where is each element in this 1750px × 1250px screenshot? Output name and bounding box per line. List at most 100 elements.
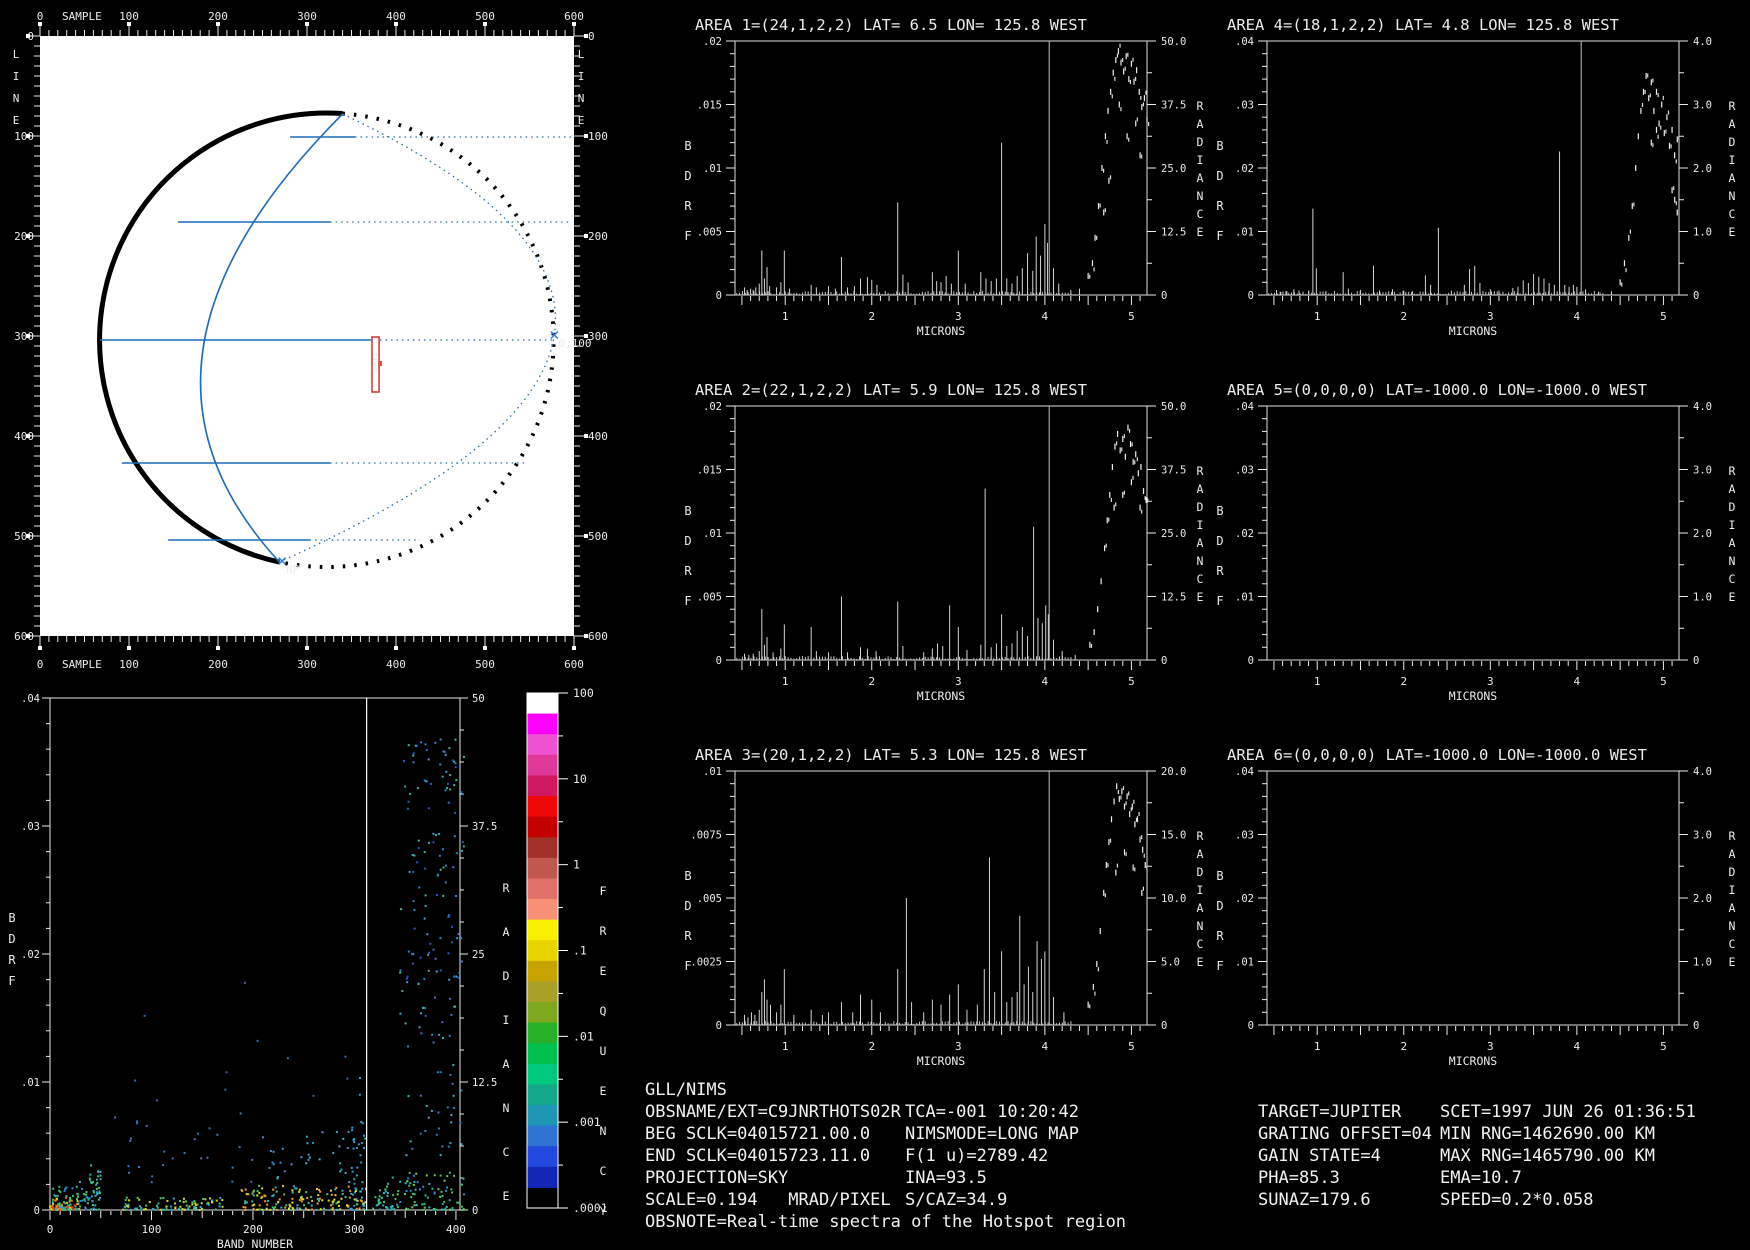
- svg-text:E: E: [600, 1084, 607, 1098]
- svg-text:A: A: [1729, 847, 1736, 861]
- svg-text:N: N: [503, 1101, 510, 1115]
- svg-text:MICRONS: MICRONS: [1449, 324, 1498, 338]
- svg-text:N: N: [1729, 554, 1736, 568]
- svg-text:2: 2: [1400, 675, 1407, 688]
- frequency-colorbar: 100101.1.01.001.0001FREQUENCY: [526, 686, 608, 1218]
- info-line: PROJECTION=SKY: [645, 1168, 789, 1188]
- svg-text:C: C: [1729, 572, 1736, 586]
- svg-text:R: R: [1729, 99, 1736, 113]
- svg-text:400: 400: [386, 658, 406, 671]
- svg-text:AREA 2=(22,1,2,2) LAT= 5.9 L: AREA 2=(22,1,2,2) LAT= 5.9 LON= 125.8 WE…: [695, 381, 1087, 399]
- svg-text:SAMPLE: SAMPLE: [62, 10, 102, 23]
- svg-text:.04: .04: [21, 693, 40, 705]
- svg-text:SAMPLE: SAMPLE: [62, 658, 102, 671]
- frequency-scatter: [49, 738, 466, 1211]
- axes: .04 .03 .02 .01 0 1 2 3 4 5 MICRONS 4.0 3.0 2.0 1.0 0 B D…: [1216, 401, 1735, 703]
- svg-text:F: F: [1216, 959, 1223, 973]
- svg-text:5: 5: [1660, 310, 1667, 323]
- svg-text:D: D: [8, 932, 15, 946]
- svg-text:.0025: .0025: [690, 957, 722, 969]
- svg-text:A: A: [1729, 117, 1736, 131]
- svg-text:E: E: [578, 114, 585, 127]
- svg-text:Q: Q: [600, 1004, 607, 1018]
- svg-text:F: F: [1216, 594, 1223, 608]
- svg-text:0,100: 0,100: [558, 337, 591, 350]
- spectrum-panel-area1: AREA 1=(24,1,2,2) LAT= 6.5 LON= 125.8 WE…: [684, 16, 1203, 338]
- svg-text:R: R: [1729, 464, 1736, 478]
- svg-text:1: 1: [782, 675, 789, 688]
- svg-text:E: E: [13, 114, 20, 127]
- svg-text:R: R: [1216, 929, 1224, 943]
- svg-text:0: 0: [716, 655, 722, 667]
- svg-text:AREA 3=(20,1,2,2) LAT= 5.3 L: AREA 3=(20,1,2,2) LAT= 5.3 LON= 125.8 WE…: [695, 746, 1087, 764]
- info-line: PHA=85.3: [1258, 1168, 1340, 1188]
- info-line: INA=93.5: [905, 1168, 987, 1188]
- svg-text:3: 3: [1487, 1040, 1494, 1053]
- svg-text:B: B: [1216, 504, 1223, 518]
- svg-text:.005: .005: [697, 893, 722, 905]
- svg-text:L: L: [13, 48, 20, 61]
- svg-text:.03: .03: [1235, 465, 1254, 477]
- svg-text:400: 400: [588, 430, 608, 443]
- info-line: SCALE=0.194 MRAD/PIXEL: [645, 1190, 891, 1210]
- svg-text:N: N: [1729, 189, 1736, 203]
- svg-text:0: 0: [716, 290, 722, 302]
- colorbar-label: Y: [600, 1204, 607, 1218]
- svg-text:.02: .02: [1235, 528, 1254, 540]
- svg-text:100: 100: [14, 130, 34, 143]
- svg-text:MICRONS: MICRONS: [1449, 1054, 1498, 1068]
- svg-text:300: 300: [297, 10, 317, 23]
- svg-text:200: 200: [208, 658, 228, 671]
- info-line: S/CAZ=34.9: [905, 1190, 1008, 1210]
- svg-text:3.0: 3.0: [1693, 830, 1712, 842]
- svg-text:E: E: [503, 1189, 510, 1203]
- svg-text:1: 1: [782, 310, 789, 323]
- svg-text:0: 0: [1161, 290, 1167, 302]
- info-line: GRATING OFFSET=04: [1258, 1124, 1432, 1144]
- svg-text:3.0: 3.0: [1693, 465, 1712, 477]
- svg-text:D: D: [684, 899, 691, 913]
- svg-text:.01: .01: [1235, 592, 1254, 604]
- svg-text:.02: .02: [703, 36, 722, 48]
- svg-text:100: 100: [119, 658, 139, 671]
- svg-text:A: A: [1729, 482, 1736, 496]
- svg-text:N: N: [1729, 919, 1736, 933]
- svg-text:D: D: [684, 534, 691, 548]
- svg-text:AREA 1=(24,1,2,2) LAT= 6.5 L: AREA 1=(24,1,2,2) LAT= 6.5 LON= 125.8 WE…: [695, 16, 1087, 34]
- svg-text:4.0: 4.0: [1693, 36, 1712, 48]
- panel-title: AREA 5=(0,0,0,0) LAT=-1000.0 LON=-1000.0…: [1227, 381, 1647, 399]
- svg-text:U: U: [600, 1044, 607, 1058]
- svg-text:3.0: 3.0: [1693, 100, 1712, 112]
- svg-text:4: 4: [1574, 1040, 1581, 1053]
- svg-text:0: 0: [34, 1205, 40, 1217]
- svg-text:F: F: [684, 229, 691, 243]
- svg-text:R: R: [684, 564, 692, 578]
- svg-text:I: I: [578, 70, 585, 83]
- svg-text:400: 400: [446, 1223, 466, 1236]
- svg-text:F: F: [8, 974, 15, 988]
- svg-text:BAND NUMBER: BAND NUMBER: [217, 1237, 293, 1250]
- panel-title: AREA 4=(18,1,2,2) LAT= 4.8 LON= 125.8 WE…: [1227, 16, 1619, 34]
- svg-text:200: 200: [588, 230, 608, 243]
- svg-text:4: 4: [1042, 1040, 1049, 1053]
- axes: .04 .03 .02 .01 0 1 2 3 4 5 MICRONS 4.0 3.0 2.0 1.0 0 B D…: [1216, 766, 1735, 1068]
- svg-text:5: 5: [1660, 1040, 1667, 1053]
- colorbar-label: R: [600, 924, 607, 938]
- info-line: GLL/NIMS: [645, 1080, 727, 1100]
- panel-title: AREA 6=(0,0,0,0) LAT=-1000.0 LON=-1000.0…: [1227, 746, 1647, 764]
- spectrum-series: [736, 771, 1148, 1025]
- pointing-map-panel: 00100100200200300300400400500500600600SA…: [13, 10, 608, 671]
- svg-text:600: 600: [564, 658, 584, 671]
- svg-text:4.0: 4.0: [1693, 401, 1712, 413]
- svg-text:500: 500: [588, 530, 608, 543]
- svg-text:.015: .015: [697, 100, 722, 112]
- svg-text:.005: .005: [697, 592, 722, 604]
- info-line: MIN RNG=1462690.00 KM: [1440, 1124, 1655, 1144]
- svg-text:1: 1: [1314, 675, 1321, 688]
- spectrum-series: [1268, 41, 1680, 295]
- svg-text:0: 0: [27, 30, 34, 43]
- svg-text:400: 400: [386, 10, 406, 23]
- svg-text:.01: .01: [703, 766, 722, 778]
- svg-text:AREA 6=(0,0,0,0) LAT=-1000.0 L: AREA 6=(0,0,0,0) LAT=-1000.0 LON=-1000.0…: [1227, 746, 1647, 764]
- svg-text:R: R: [503, 881, 510, 895]
